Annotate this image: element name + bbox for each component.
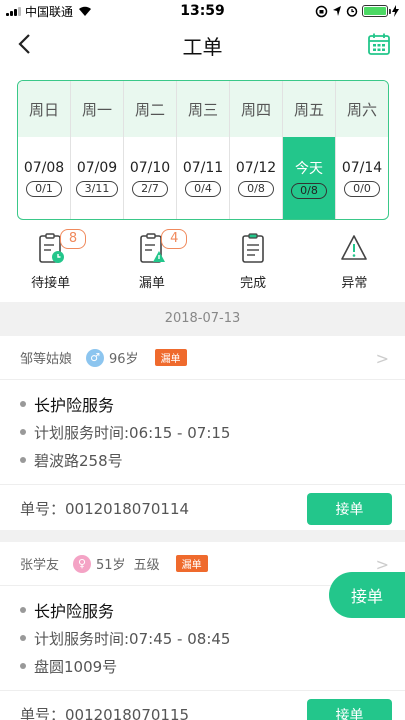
category-label: 待接单 <box>31 276 71 291</box>
customer-name: 邹等姑娘 <box>20 352 73 367</box>
charging-icon <box>392 5 399 17</box>
battery-icon <box>362 5 391 17</box>
category-abnormal[interactable]: 异常 <box>304 232 405 296</box>
order-number: 单号：0012018070115 <box>20 706 190 720</box>
missed-badge: 4 <box>161 229 188 249</box>
day-name: 周二 <box>124 81 176 137</box>
bullet-icon <box>20 429 26 435</box>
bullet-icon <box>20 663 26 669</box>
accept-button[interactable]: 接单 <box>307 492 392 525</box>
category-label: 完成 <box>240 276 267 291</box>
order-card[interactable]: 张学友 ♀ 51岁 五级 漏单 > 长护险服务 计划服务时间:07:45 - 0… <box>0 542 405 720</box>
carrier-label: 中国联通 <box>25 4 74 19</box>
warning-icon <box>341 235 368 260</box>
day-date: 07/12 <box>235 159 277 176</box>
card-separator <box>0 530 405 542</box>
day-fri-today[interactable]: 周五 今天 0/8 <box>283 81 336 219</box>
location-icon <box>333 6 341 16</box>
day-count: 3/11 <box>75 180 119 197</box>
accept-button[interactable]: 接单 <box>307 698 392 720</box>
service-time: 计划服务时间:07:45 - 08:45 <box>34 629 231 648</box>
category-pending[interactable]: 8 待接单 <box>0 229 101 296</box>
day-sun[interactable]: 周日 07/08 0/1 <box>18 81 71 219</box>
bullet-icon <box>20 635 26 641</box>
day-name: 周六 <box>336 81 388 137</box>
day-date: 07/08 <box>23 159 65 176</box>
bullet-icon <box>20 457 26 463</box>
chevron-right-icon: > <box>375 349 389 368</box>
alarm-icon <box>346 6 358 17</box>
week-selector: 周日 07/08 0/1 周一 07/09 3/11 周二 07/10 2/7 周三 … <box>17 80 389 220</box>
status-tag: 漏单 <box>154 349 187 366</box>
status-tag: 漏单 <box>175 555 208 572</box>
day-name: 周五 <box>283 81 335 137</box>
clipboard-icon <box>242 233 264 263</box>
customer-level: 五级 <box>133 558 160 573</box>
day-date: 07/11 <box>182 159 224 176</box>
day-name: 周日 <box>18 81 70 137</box>
bullet-icon <box>20 607 26 613</box>
day-date: 07/10 <box>129 159 171 176</box>
status-bar: 中国联通 13:59 <box>0 0 405 22</box>
female-icon: ♀ <box>73 554 92 573</box>
male-icon: ♂ <box>86 348 105 367</box>
service-address: 盘圆1009号 <box>34 657 118 676</box>
page-title: 工单 <box>182 34 223 59</box>
service-name: 长护险服务 <box>34 602 115 621</box>
nav-bar: 工单 <box>0 22 405 68</box>
order-number: 单号：0012018070114 <box>20 500 190 518</box>
date-header: 2018-07-13 <box>0 302 405 336</box>
order-card[interactable]: 邹等姑娘 ♂ 96岁 漏单 > 长护险服务 计划服务时间:06:15 - 07:… <box>0 336 405 532</box>
day-sat[interactable]: 周六 07/14 0/0 <box>336 81 388 219</box>
day-name: 周一 <box>71 81 123 137</box>
category-missed[interactable]: 4 漏单 <box>101 229 202 296</box>
category-label: 异常 <box>341 276 368 291</box>
lock-rotation-icon <box>315 5 328 17</box>
day-date: 07/14 <box>341 159 383 176</box>
day-count: 0/1 <box>26 180 62 197</box>
clock: 13:59 <box>180 3 225 19</box>
signal-icon <box>6 6 21 16</box>
pending-badge: 8 <box>60 229 86 249</box>
service-name: 长护险服务 <box>34 396 115 415</box>
day-mon[interactable]: 周一 07/09 3/11 <box>71 81 124 219</box>
day-count: 2/7 <box>132 180 168 197</box>
day-date: 今天 <box>295 160 323 177</box>
calendar-icon[interactable] <box>367 32 391 56</box>
customer-name: 张学友 <box>20 558 60 573</box>
bullet-icon <box>20 401 26 407</box>
day-date: 07/09 <box>76 159 118 176</box>
service-time: 计划服务时间:06:15 - 07:15 <box>34 423 231 442</box>
category-label: 漏单 <box>138 276 165 291</box>
customer-age: 51岁 <box>96 558 126 573</box>
day-count: 0/8 <box>238 180 274 197</box>
floating-accept-button[interactable]: 接单 <box>329 572 405 618</box>
back-icon[interactable] <box>12 30 40 58</box>
wifi-icon <box>79 6 92 16</box>
day-count: 0/4 <box>185 180 221 197</box>
customer-age: 96岁 <box>109 352 139 367</box>
category-row: 8 待接单 4 漏单 完成 异常 <box>0 229 405 296</box>
day-name: 周四 <box>230 81 282 137</box>
day-count: 0/0 <box>344 180 380 197</box>
day-count: 0/8 <box>291 182 327 199</box>
day-name: 周三 <box>177 81 229 137</box>
day-thu[interactable]: 周四 07/12 0/8 <box>230 81 283 219</box>
day-wed[interactable]: 周三 07/11 0/4 <box>177 81 230 219</box>
category-done[interactable]: 完成 <box>203 232 304 296</box>
service-address: 碧波路258号 <box>34 451 123 470</box>
day-tue[interactable]: 周二 07/10 2/7 <box>124 81 177 219</box>
